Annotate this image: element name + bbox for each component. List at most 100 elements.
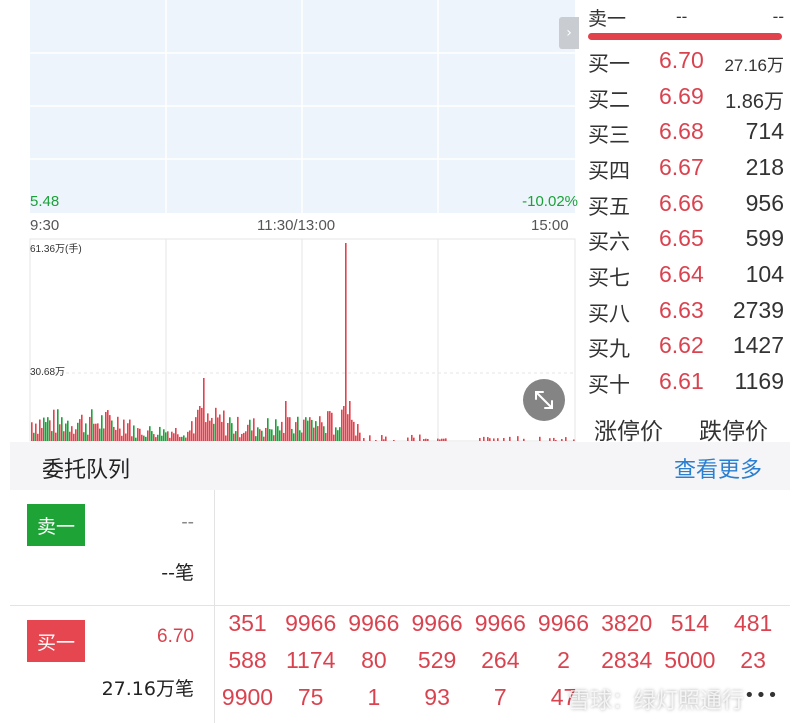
- volume-bar: [49, 420, 51, 441]
- volume-bar: [355, 435, 357, 441]
- order-book-buy-row[interactable]: 买七 6.64 104: [586, 258, 786, 292]
- buy-level-price: 6.62: [659, 332, 704, 358]
- queue-order-cell: 1: [367, 684, 381, 710]
- volume-bar: [139, 428, 141, 441]
- queue-order-cell: 9966: [285, 610, 337, 636]
- volume-bar: [287, 417, 289, 441]
- volume-bar: [565, 437, 567, 441]
- volume-bar: [393, 439, 395, 441]
- collapse-panel-tab[interactable]: ›: [559, 17, 579, 49]
- buy-level-label: 买四: [588, 159, 630, 183]
- volume-bar: [385, 436, 387, 441]
- chevron-right-icon: ›: [566, 25, 572, 41]
- volume-bar: [305, 417, 307, 441]
- order-queue-title: 委托队列: [42, 458, 131, 483]
- volume-bar: [83, 432, 85, 441]
- volume-bar: [209, 420, 211, 441]
- volume-bar: [107, 410, 109, 441]
- volume-bar: [169, 437, 171, 441]
- volume-bar: [199, 406, 201, 441]
- volume-bar: [251, 430, 253, 441]
- fullscreen-button[interactable]: [523, 379, 565, 421]
- order-book-buy-row[interactable]: 买五 6.66 956: [586, 187, 786, 221]
- volume-bar: [71, 426, 73, 441]
- volume-bar: [59, 424, 61, 441]
- volume-bar: [93, 423, 95, 441]
- sell-one-badge: 卖一: [27, 504, 85, 546]
- buy-level-price: 6.64: [659, 261, 704, 287]
- volume-bar: [111, 420, 113, 441]
- volume-bar: [351, 419, 353, 441]
- buy-level-volume: 218: [745, 154, 784, 180]
- volume-bar: [103, 428, 105, 441]
- order-book-buy-row[interactable]: 买十 6.61 1169: [586, 365, 786, 399]
- volume-bar: [175, 427, 177, 441]
- buy-one-badge: 买一: [27, 620, 85, 662]
- volume-bar: [211, 417, 213, 441]
- order-book-buy-row[interactable]: 买三 6.68 714: [586, 115, 786, 149]
- volume-max-label: 61.36万(手): [30, 244, 82, 255]
- order-book-buy-row[interactable]: 买九 6.62 1427: [586, 329, 786, 363]
- volume-bar: [81, 414, 83, 441]
- volume-bar: [231, 423, 233, 441]
- volume-bar: [225, 435, 227, 441]
- volume-bar: [413, 437, 415, 441]
- queue-order-cell: 588: [228, 647, 267, 673]
- volume-bar: [437, 438, 439, 441]
- volume-bar: [241, 433, 243, 441]
- volume-grid: [29, 238, 576, 442]
- buy-level-price: 6.69: [659, 83, 704, 109]
- sell-level-label: 卖一: [588, 8, 627, 30]
- volume-bar: [261, 430, 263, 441]
- limit-down-price-label[interactable]: 跌停价: [699, 412, 768, 446]
- volume-bar: [61, 417, 63, 441]
- order-book-sell-row[interactable]: 卖一 -- --: [586, 2, 786, 36]
- volume-bar: [329, 411, 331, 441]
- volume-bar: [509, 436, 511, 441]
- volume-bar: [171, 431, 173, 441]
- volume-chart: [29, 238, 576, 442]
- queue-order-cell: 2: [557, 647, 570, 673]
- volume-bar: [295, 422, 297, 441]
- volume-bar: [137, 428, 139, 441]
- order-book-buy-row[interactable]: 买八 6.63 2739: [586, 294, 786, 328]
- volume-bar: [307, 420, 309, 441]
- volume-bar: [35, 423, 37, 441]
- order-book-buy-row[interactable]: 买六 6.65 599: [586, 222, 786, 256]
- time-close-label: 15:00: [531, 217, 569, 234]
- volume-bar: [145, 436, 147, 441]
- volume-bar: [205, 422, 207, 441]
- view-more-link[interactable]: 查看更多: [674, 452, 762, 484]
- buy-level-label: 买三: [588, 123, 630, 147]
- volume-bar: [479, 438, 481, 441]
- volume-bar: [149, 426, 151, 441]
- buy-level-volume: 2739: [732, 297, 784, 323]
- volume-bar: [297, 416, 299, 441]
- volume-bar: [383, 439, 385, 441]
- volume-bar: [309, 417, 311, 441]
- queue-order-cell: 514: [670, 610, 710, 636]
- buy-level-price: 6.63: [659, 297, 704, 323]
- volume-bar: [487, 437, 489, 441]
- time-mid-label: 11:30/13:00: [257, 217, 336, 234]
- more-dots-icon[interactable]: •••: [744, 685, 779, 706]
- volume-bar: [441, 438, 443, 441]
- volume-bar: [483, 436, 485, 441]
- queue-sell-price: --: [181, 512, 194, 533]
- order-book-buy-row[interactable]: 买四 6.67 218: [586, 151, 786, 185]
- buy-level-volume: 1427: [732, 332, 784, 358]
- order-book-buy-row[interactable]: 买二 6.69 1.86万: [586, 80, 786, 114]
- volume-mid-label: 30.68万: [30, 367, 66, 378]
- volume-bar: [293, 433, 295, 441]
- limit-up-price-label[interactable]: 涨停价: [594, 412, 663, 446]
- volume-bar: [135, 437, 137, 441]
- volume-bar: [561, 439, 563, 441]
- volume-bar: [273, 435, 275, 441]
- order-book-buy-row[interactable]: 买一 6.70 27.16万: [586, 44, 786, 78]
- volume-bars: [31, 243, 575, 441]
- volume-bar: [267, 418, 269, 441]
- queue-buy-summary: 买一 6.70 27.16万笔: [10, 606, 215, 723]
- buy-level-volume: 714: [745, 118, 784, 144]
- volume-bar: [77, 422, 79, 441]
- volume-bar: [223, 410, 225, 441]
